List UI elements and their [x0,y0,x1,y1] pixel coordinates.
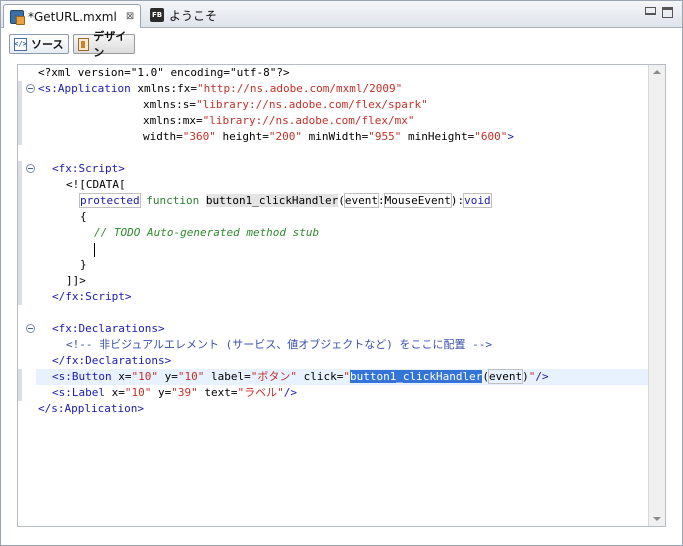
design-label: デザイン [93,30,127,59]
editor-tab-bar: *GetURL.mxml ⊠ FB ようこそ [1,1,682,28]
editor-gutter [18,65,36,526]
source-code-icon: </> [14,37,27,51]
code-line-18: <!-- 非ビジュアルエレメント (サービス、値オブジェクトなど) をここに配置… [66,338,492,351]
code-line-19: </fx:Declarations> [52,354,172,367]
mxml-file-icon [10,9,25,25]
fold-toggle-icon[interactable] [26,164,35,173]
close-icon[interactable]: ⊠ [125,10,135,24]
tab-welcome[interactable]: FB ようこそ [144,4,244,26]
gutter-marker [18,81,22,145]
code-line-17: <fx:Declarations> [52,322,165,335]
code-line-8: <![CDATA[ [66,178,126,191]
code-line-2: <s:Application xmlns:fx="http://ns.adobe… [38,82,403,95]
code-line-10: { [80,210,87,223]
code-editor[interactable]: <?xml version="1.0" encoding="utf-8"?> <… [17,64,666,527]
minimize-icon[interactable] [645,7,656,15]
source-view-button[interactable]: </> ソース [9,34,69,54]
code-line-13: } [80,258,87,271]
code-line-14: ]]> [66,274,86,287]
view-mode-toolbar: </> ソース デザイン [1,28,682,59]
code-line-7: <fx:Script> [52,162,125,175]
text-caret [94,243,95,257]
code-line-15: </fx:Script> [52,290,132,303]
code-area[interactable]: <?xml version="1.0" encoding="utf-8"?> <… [38,65,648,526]
code-line-11: // TODO Auto-generated method stub [94,226,320,239]
flash-builder-icon: FB [150,8,164,22]
code-line-3: xmlns:s="library://ns.adobe.com/flex/spa… [143,98,428,111]
editor-window: *GetURL.mxml ⊠ FB ようこそ </> ソース デザイン <?xm… [0,0,683,546]
tab-label: ようこそ [169,8,218,23]
vertical-scrollbar[interactable] [648,65,665,526]
maximize-icon[interactable] [662,7,673,18]
code-line-9: protected function button1_clickHandler(… [79,193,492,208]
scroll-up-icon[interactable] [653,70,661,74]
code-line-5: width="360" height="200" minWidth="955" … [143,130,514,143]
code-line-4: xmlns:mx="library://ns.adobe.com/flex/mx… [143,114,415,127]
design-layout-icon [78,37,90,51]
gutter-marker [18,161,22,305]
code-line-22: </s:Application> [38,402,144,415]
code-line-20: <s:Button x="10" y="10" label="ボタン" clic… [52,369,549,384]
fold-toggle-icon[interactable] [26,84,35,93]
scroll-down-icon[interactable] [653,517,661,521]
gutter-marker [18,369,22,401]
code-line-21: <s:Label x="10" y="39" text="ラベル"/> [52,386,297,399]
code-line-1: <?xml version="1.0" encoding="utf-8"?> [38,66,290,79]
tab-label: *GetURL.mxml [28,9,117,24]
selected-text: button1_clickHandler [349,370,483,383]
source-label: ソース [31,38,64,51]
design-view-button[interactable]: デザイン [73,30,135,59]
tab-geturl-mxml[interactable]: *GetURL.mxml ⊠ [3,4,141,28]
fold-toggle-icon[interactable] [26,324,35,333]
